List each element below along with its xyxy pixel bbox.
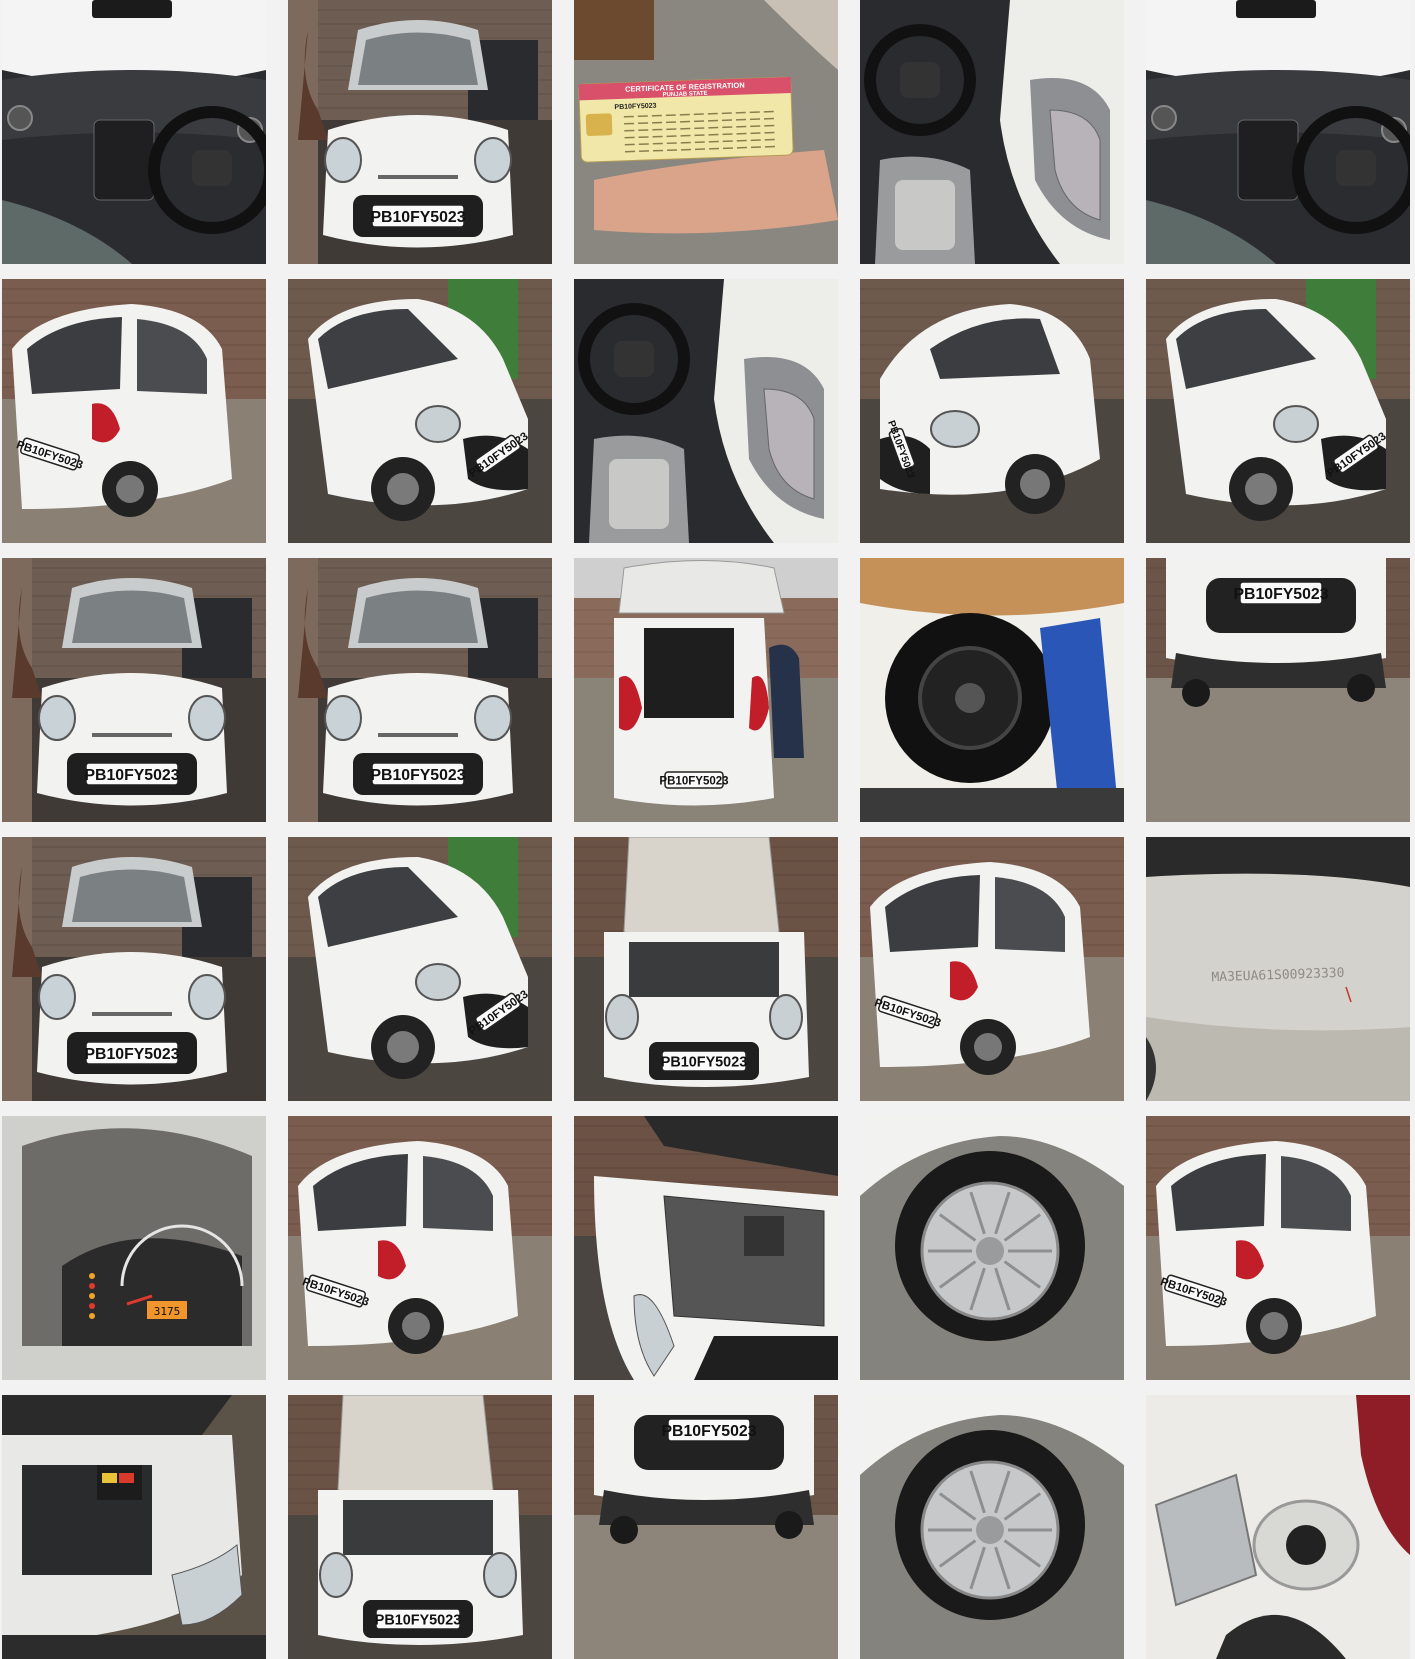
license-plate: PB10FY5023 [1233, 581, 1329, 605]
photo-thumbnail[interactable]: PB10FY5023 [288, 558, 552, 822]
photo-thumbnail[interactable]: PB10FY5023 [288, 1116, 552, 1380]
photo-front-view: PB10FY5023 [288, 558, 552, 822]
photo-thumbnail[interactable]: PB10FY5023 [1146, 279, 1410, 543]
license-plate: PB10FY5023 [370, 762, 466, 786]
photo-front-angle-view: PB10FY5023 [288, 837, 552, 1101]
photo-thumbnail[interactable]: PB10FY5023 [1146, 558, 1410, 822]
photo-thumbnail[interactable] [2, 1395, 266, 1659]
photo-thumbnail[interactable] [574, 1116, 838, 1380]
photo-thumbnail[interactable] [574, 279, 838, 543]
photo-thumbnail[interactable]: PB10FY5023 [574, 558, 838, 822]
photo-rear-angle-view: PB10FY5023 [2, 279, 266, 543]
svg-text:PB10FY5023: PB10FY5023 [84, 767, 179, 784]
svg-text:PB10FY5023: PB10FY5023 [1233, 586, 1328, 603]
photo-rear-angle-view: PB10FY5023 [860, 837, 1124, 1101]
photo-odometer: 3175 [2, 1116, 266, 1380]
photo-rear-open-boot: PB10FY5023 [574, 558, 838, 822]
registration-card: CERTIFICATE OF REGISTRATIONPUNJAB STATEP… [578, 76, 794, 163]
photo-engine-bay-front: PB10FY5023 [288, 1395, 552, 1659]
photo-front-view: PB10FY5023 [2, 558, 266, 822]
license-plate: PB10FY5023 [659, 771, 729, 789]
license-plate: PB10FY5023 [84, 762, 180, 786]
photo-thumbnail[interactable]: PB10FY5023 [860, 279, 1124, 543]
photo-front-bumper-low: PB10FY5023 [574, 1395, 838, 1659]
photo-wheel-closeup [860, 1116, 1124, 1380]
svg-text:PB10FY5023: PB10FY5023 [659, 775, 728, 787]
photo-front-bumper-low: PB10FY5023 [1146, 558, 1410, 822]
svg-text:PB10FY5023: PB10FY5023 [614, 103, 656, 111]
photo-front-angle-view: PB10FY5023 [1146, 279, 1410, 543]
photo-thumbnail[interactable] [860, 1395, 1124, 1659]
license-plate: PB10FY5023 [661, 1050, 747, 1072]
photo-thumbnail[interactable]: PB10FY5023 [2, 279, 266, 543]
photo-front-angle-view: PB10FY5023 [288, 279, 552, 543]
photo-thumbnail[interactable] [1146, 1395, 1410, 1659]
license-plate: PB10FY5023 [661, 1418, 757, 1442]
svg-text:PB10FY5023: PB10FY5023 [370, 767, 465, 784]
svg-text:PB10FY5023: PB10FY5023 [661, 1423, 756, 1440]
photo-rear-angle-view: PB10FY5023 [1146, 1116, 1410, 1380]
photo-chassis-number: MA3EUA61S00923330 [1146, 837, 1410, 1101]
photo-rear-angle-view: PB10FY5023 [288, 1116, 552, 1380]
photo-engine-bay-battery [2, 1395, 266, 1659]
photo-wheel-closeup [860, 1395, 1124, 1659]
photo-interior-driver-door [574, 279, 838, 543]
photo-thumbnail[interactable]: CERTIFICATE OF REGISTRATION PUNJAB STATE P… [574, 0, 838, 264]
photo-thumbnail[interactable]: PB10FY5023 [860, 837, 1124, 1101]
photo-thumbnail[interactable]: PB10FY5023 [288, 1395, 552, 1659]
svg-text:PB10FY5023: PB10FY5023 [370, 209, 465, 226]
photo-interior-dashboard [1146, 0, 1410, 264]
photo-thumbnail[interactable]: PB10FY5023 [574, 1395, 838, 1659]
photo-interior-dashboard [2, 0, 266, 264]
photo-thumbnail[interactable]: PB10FY5023 [288, 0, 552, 264]
photo-thumbnail[interactable]: PB10FY5023 [574, 837, 838, 1101]
photo-thumbnail[interactable] [2, 0, 266, 264]
photo-thumbnail[interactable] [1146, 0, 1410, 264]
photo-thumbnail[interactable] [860, 1116, 1124, 1380]
photo-thumbnail[interactable] [860, 558, 1124, 822]
photo-thumbnail[interactable]: PB10FY5023 [288, 279, 552, 543]
photo-interior-driver-door [860, 0, 1124, 264]
photo-thumbnail[interactable]: PB10FY5023 [288, 837, 552, 1101]
photo-front-view: PB10FY5023 [288, 0, 552, 264]
photo-gallery: PB10FY5023 CERTIFICATE OF REGISTRATION PUN… [0, 0, 1415, 1659]
photo-thumbnail[interactable] [860, 0, 1124, 264]
photo-registration-certificate: CERTIFICATE OF REGISTRATIONPUNJAB STATEP… [574, 0, 838, 264]
photo-engine-bay-side [574, 1116, 838, 1380]
photo-thumbnail[interactable]: PB10FY5023 [1146, 1116, 1410, 1380]
license-plate: PB10FY5023 [375, 1608, 461, 1630]
license-plate: PB10FY5023 [84, 1041, 180, 1065]
svg-text:PB10FY5023: PB10FY5023 [661, 1055, 747, 1071]
photo-fuel-cap [1146, 1395, 1410, 1659]
photo-front-view: PB10FY5023 [2, 837, 266, 1101]
photo-thumbnail[interactable]: PB10FY5023 [2, 837, 266, 1101]
photo-thumbnail[interactable]: MA3EUA61S00923330 [1146, 837, 1410, 1101]
photo-engine-bay-front: PB10FY5023 [574, 837, 838, 1101]
photo-thumbnail[interactable]: 3175 [2, 1116, 266, 1380]
odometer-reading: 3175 [154, 1305, 181, 1318]
svg-text:PB10FY5023: PB10FY5023 [84, 1046, 179, 1063]
svg-text:PB10FY5023: PB10FY5023 [375, 1613, 461, 1629]
photo-thumbnail[interactable]: PB10FY5023 [2, 558, 266, 822]
photo-front-angle-left-view: PB10FY5023 [860, 279, 1124, 543]
photo-spare-wheel [860, 558, 1124, 822]
license-plate: PB10FY5023 [370, 204, 466, 228]
